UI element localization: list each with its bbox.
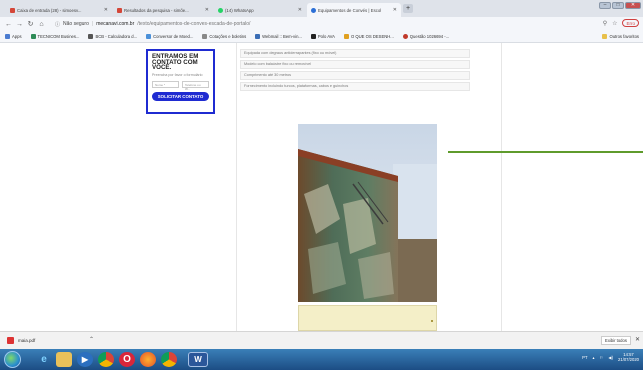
- contact-form-subtitle: Preencha por favor o formulário: [152, 72, 203, 77]
- mecanavi-icon: [311, 7, 316, 13]
- bookmark-tecnicom[interactable]: TECNICOM Busines...: [30, 34, 79, 39]
- column-divider: [501, 43, 502, 331]
- bookmark-apps[interactable]: Apps: [5, 34, 22, 39]
- firefox-icon[interactable]: [140, 352, 156, 367]
- bookmark-favicon-icon: [310, 34, 316, 39]
- close-tab-icon[interactable]: ✕: [298, 7, 302, 13]
- clock-date: 21/07/2020: [618, 357, 639, 362]
- bookmark-desenhos[interactable]: O QUE OS DESENH...: [343, 34, 394, 39]
- chrome-icon[interactable]: [161, 352, 177, 367]
- taskbar: e ▶ O W PT ▴ ⚐ ◀) 14:57 21/07/2020: [0, 349, 643, 370]
- request-contact-button[interactable]: SOLICITAR CONTATO: [152, 91, 209, 101]
- bookmark-bcb[interactable]: BCB - Calculadora d...: [88, 34, 137, 39]
- folder-icon[interactable]: [56, 352, 72, 367]
- media-player-icon[interactable]: ▶: [77, 352, 93, 367]
- list-item: Modelo com balaústre fixo ou removível: [240, 60, 470, 69]
- bookmark-favicon-icon: [402, 34, 408, 39]
- download-file-name: maia.pdf: [18, 338, 36, 343]
- whatsapp-icon: [218, 7, 223, 13]
- contact-form-title: ENTRAMOS EM CONTATO COM VOCÊ.: [152, 53, 199, 72]
- clock[interactable]: 14:57 21/07/2020: [618, 352, 639, 362]
- back-icon[interactable]: ←: [3, 21, 14, 28]
- zoom-icon[interactable]: ⚲: [603, 20, 607, 27]
- list-item: Equipada com degraus antiderrapantes (fi…: [240, 49, 470, 58]
- contact-form: ENTRAMOS EM CONTATO COM VOCÊ. Preencha p…: [146, 49, 215, 114]
- volume-icon[interactable]: ◀): [608, 355, 613, 360]
- star-icon[interactable]: ☆: [612, 20, 617, 27]
- bookmark-favicon-icon: [343, 34, 349, 39]
- gmail-icon: [117, 7, 122, 13]
- tab-title: (14) WhatsApp: [225, 7, 254, 13]
- bookmark-favicon-icon: [146, 34, 152, 39]
- name-input[interactable]: Nome *: [152, 80, 179, 88]
- bookmark-webmail[interactable]: Webmail :: Bem-vin...: [255, 34, 302, 39]
- pdf-icon: [7, 337, 14, 344]
- close-icon[interactable]: ✕: [635, 336, 640, 343]
- bookmark-favicon-icon: [88, 34, 94, 39]
- system-tray: PT ▴ ⚐ ◀) 14:57 21/07/2020: [582, 352, 639, 362]
- network-icon[interactable]: ⚐: [600, 355, 604, 360]
- address-bar[interactable]: ⓘ Não seguro | mecanavi.com.br/texto/equ…: [55, 18, 595, 30]
- bookmark-favicon-icon: [202, 34, 208, 39]
- ie-icon[interactable]: e: [36, 352, 52, 367]
- close-tab-icon[interactable]: ✕: [104, 7, 108, 13]
- tab-title: Caixa de entrada (28) - simoesv...: [17, 7, 82, 13]
- gmail-icon: [10, 7, 15, 13]
- word-icon[interactable]: W: [188, 352, 208, 367]
- forward-icon[interactable]: →: [14, 21, 25, 28]
- close-tab-icon[interactable]: ✕: [205, 7, 209, 13]
- bookmark-questao[interactable]: Questão 1026694 -...: [402, 34, 449, 39]
- spec-list: Equipada com degraus antiderrapantes (fi…: [240, 49, 470, 93]
- maximize-icon[interactable]: □: [612, 2, 624, 9]
- security-label: Não seguro: [63, 21, 89, 27]
- folder-icon: [602, 34, 608, 39]
- downloads-bar: maia.pdf ⌃ Exibir todos ✕: [0, 331, 643, 349]
- url-host: mecanavi.com.br: [96, 21, 135, 27]
- window-controls: – □ ✕: [599, 2, 641, 9]
- new-tab-button[interactable]: +: [403, 4, 413, 13]
- bookmark-cotacoes[interactable]: Cotações e boletins: [202, 34, 246, 39]
- close-window-icon[interactable]: ✕: [625, 2, 641, 9]
- opera-icon[interactable]: O: [119, 352, 135, 367]
- language-indicator[interactable]: PT: [582, 355, 587, 360]
- download-item[interactable]: maia.pdf: [7, 337, 35, 344]
- chrome-icon[interactable]: [98, 352, 114, 367]
- tab-equipamentos[interactable]: Equipamentos de Convés | Escol ✕: [307, 3, 401, 17]
- ship-hull-photo: [298, 124, 437, 302]
- chevron-up-icon[interactable]: ⌃: [89, 336, 94, 343]
- close-tab-icon[interactable]: ✕: [393, 7, 397, 13]
- tab-gmail-inbox[interactable]: Caixa de entrada (28) - simoesv... ✕: [6, 3, 112, 17]
- second-photo: [298, 305, 437, 331]
- minimize-icon[interactable]: –: [599, 2, 611, 9]
- toolbar-right: ⚲ ☆ Erro: [603, 19, 639, 27]
- bookmark-polo-ava[interactable]: Polo AVA: [310, 34, 335, 39]
- list-item: Fornecimento incluindo turcos, plataform…: [240, 82, 470, 91]
- tray-arrow-icon[interactable]: ▴: [593, 355, 595, 360]
- reload-icon[interactable]: ↻: [25, 20, 36, 28]
- home-icon[interactable]: ⌂: [36, 21, 47, 28]
- column-divider: [236, 43, 237, 331]
- show-all-button[interactable]: Exibir todos: [601, 336, 631, 345]
- apps-grid-icon: [5, 34, 10, 39]
- url-path: /texto/equipamentos-de-conves-escada-de-…: [137, 21, 251, 27]
- start-button[interactable]: [4, 351, 21, 368]
- bookmark-favicon-icon: [255, 34, 261, 39]
- tab-strip: Caixa de entrada (28) - simoesv... ✕ Res…: [0, 0, 643, 17]
- tab-gmail-search[interactable]: Resultados da pesquisa - simõe... ✕: [113, 3, 213, 17]
- tab-title: Equipamentos de Convés | Escol: [318, 7, 382, 13]
- list-item: Comprimento até 30 metros: [240, 71, 470, 80]
- ship-hull-image: [298, 124, 437, 302]
- bookmark-favicon-icon: [30, 34, 36, 39]
- bookmark-other-folder[interactable]: Outros favoritos: [602, 34, 639, 39]
- profile-button[interactable]: Erro: [622, 19, 639, 27]
- tab-whatsapp[interactable]: (14) WhatsApp ✕: [214, 3, 306, 17]
- phone-input[interactable]: Telefone ou W...: [182, 80, 209, 91]
- green-divider-line: [448, 151, 643, 153]
- info-icon[interactable]: ⓘ: [55, 21, 60, 28]
- tab-title: Resultados da pesquisa - simõe...: [124, 7, 189, 13]
- bookmark-conversor[interactable]: Conversor de Moed...: [146, 34, 193, 39]
- page-content: ENTRAMOS EM CONTATO COM VOCÊ. Preencha p…: [0, 43, 643, 331]
- bookmarks-bar: Apps TECNICOM Busines... BCB - Calculado…: [0, 31, 643, 43]
